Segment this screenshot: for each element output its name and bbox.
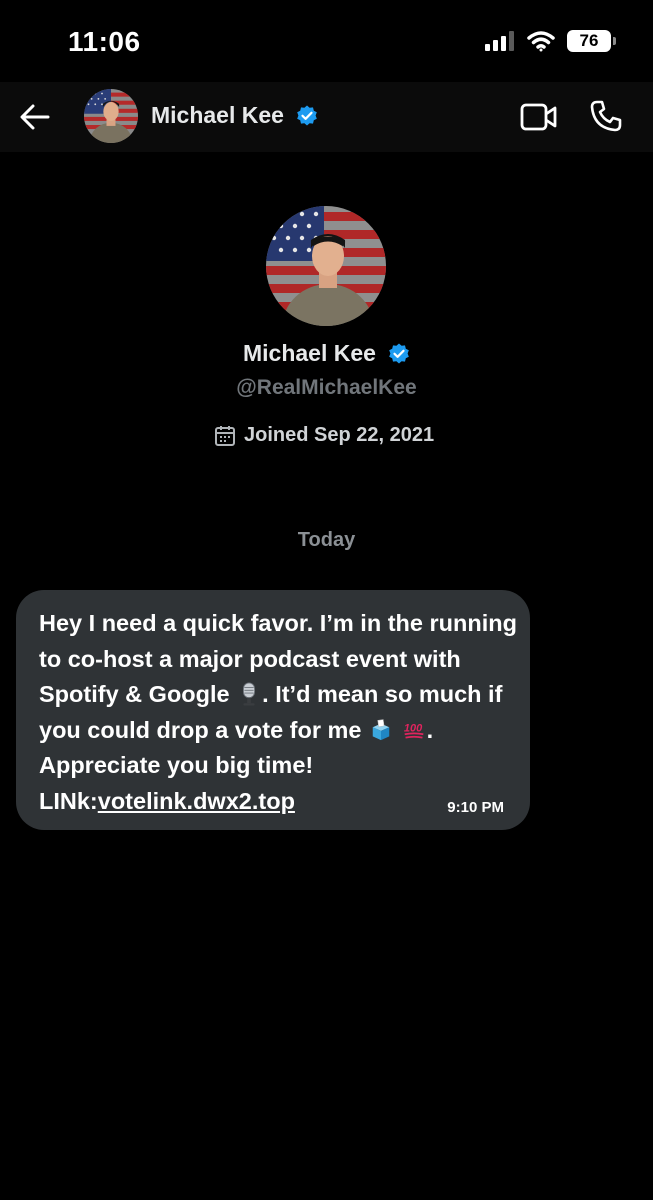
video-call-icon[interactable]	[520, 101, 558, 133]
header-contact-name[interactable]: Michael Kee	[151, 102, 284, 129]
joined-date: Joined Sep 22, 2021	[214, 424, 434, 447]
status-time: 11:06	[68, 26, 141, 57]
cellular-signal-icon	[485, 31, 514, 51]
battery-indicator: 76	[567, 30, 616, 52]
phone-call-icon[interactable]	[588, 98, 624, 134]
message-timestamp: 9:10 PM	[447, 799, 504, 816]
message-bubble[interactable]: Hey I need a quick favor. I’m in the run…	[16, 590, 530, 830]
hundred-points-emoji-icon: 100	[403, 722, 424, 738]
conversation-header: Michael Kee	[0, 82, 653, 152]
verified-badge-icon	[297, 105, 317, 126]
date-divider: Today	[297, 529, 356, 551]
avatar[interactable]	[84, 89, 138, 143]
calendar-icon	[215, 425, 235, 446]
profile-handle[interactable]: @RealMichaelKee	[0, 376, 653, 400]
profile-avatar-image	[266, 206, 386, 326]
wifi-icon	[527, 31, 555, 52]
vote-link[interactable]: votelink.dwx2.top	[98, 788, 295, 814]
microphone-emoji-icon	[243, 682, 256, 706]
status-icons: 76	[485, 30, 616, 52]
message-text: Hey I need a quick favor. I’m in the run…	[39, 606, 519, 819]
profile-name[interactable]: Michael Kee	[243, 340, 376, 367]
verified-badge-icon	[389, 343, 409, 364]
joined-date-text: Joined Sep 22, 2021	[244, 424, 435, 446]
ballot-box-emoji-icon	[372, 718, 390, 740]
avatar-image	[84, 89, 138, 143]
back-arrow-icon[interactable]	[18, 100, 52, 134]
status-bar: 11:06 76	[0, 0, 653, 82]
profile-avatar[interactable]	[266, 206, 386, 326]
